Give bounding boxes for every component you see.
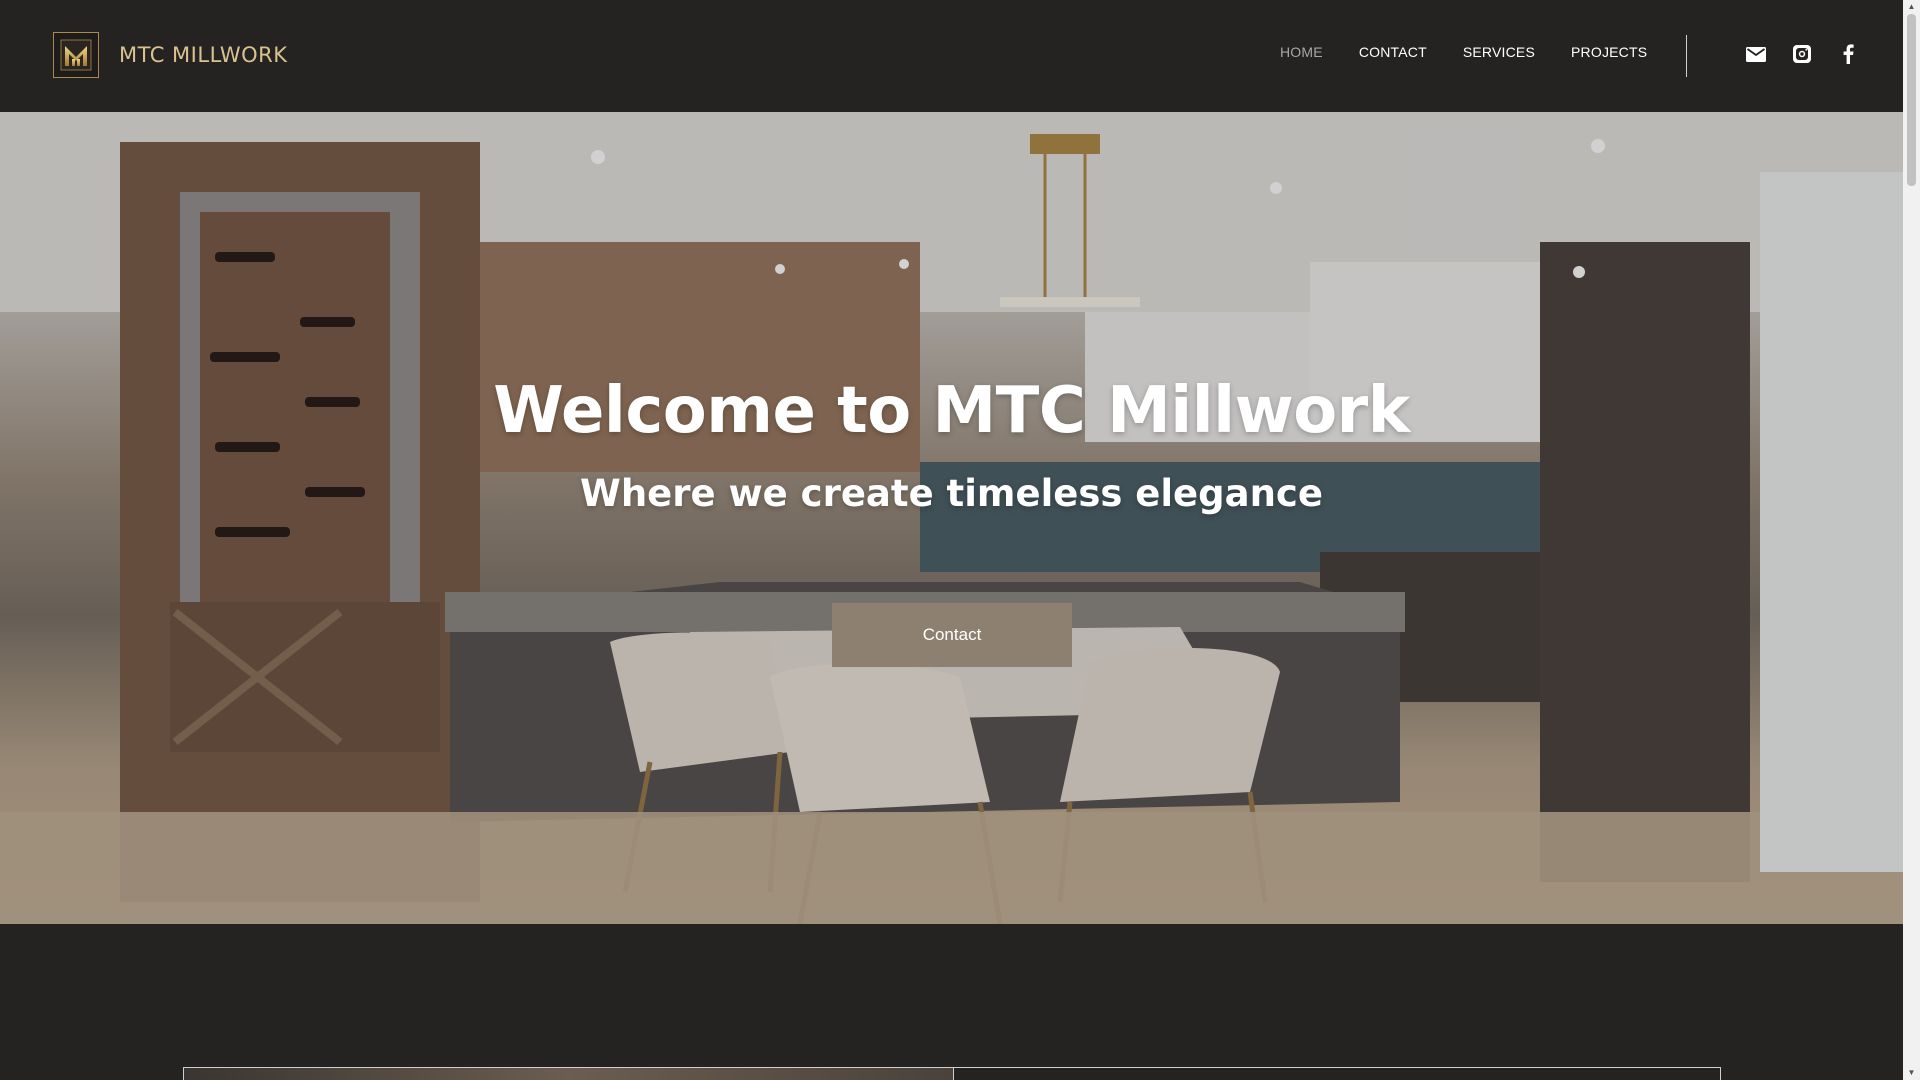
brand-logo[interactable]: MTC MILLWORK <box>53 32 288 78</box>
project-image-card[interactable] <box>184 1068 953 1080</box>
nav-projects[interactable]: PROJECTS <box>1571 44 1647 60</box>
hero-section: Welcome to MTC Millwork Where we create … <box>0 112 1903 924</box>
header-divider <box>1686 35 1687 77</box>
page-scrollbar[interactable]: ▲ ▼ <box>1903 0 1920 1080</box>
instagram-icon[interactable] <box>1791 43 1813 65</box>
nav-home[interactable]: HOME <box>1280 44 1323 60</box>
scroll-down-arrow-icon[interactable]: ▼ <box>1907 1068 1916 1078</box>
content-section <box>0 924 1903 1080</box>
scroll-up-arrow-icon[interactable]: ▲ <box>1907 2 1916 12</box>
social-bar <box>1745 43 1859 65</box>
nav-services[interactable]: SERVICES <box>1463 44 1535 60</box>
hero-title: Welcome to MTC Millwork <box>493 374 1410 448</box>
logo-icon <box>53 32 99 78</box>
main-nav: HOME CONTACT SERVICES PROJECTS <box>1280 44 1683 60</box>
contact-button[interactable]: Contact <box>832 603 1072 667</box>
nav-contact[interactable]: CONTACT <box>1359 44 1427 60</box>
scroll-thumb[interactable] <box>1907 14 1916 186</box>
site-header: MTC MILLWORK HOME CONTACT SERVICES PROJE… <box>0 0 1903 112</box>
hero-overlay <box>0 112 1903 924</box>
project-cards <box>183 1067 1721 1080</box>
hero-subtitle: Where we create timeless elegance <box>580 472 1323 515</box>
project-text-card <box>953 1068 1722 1080</box>
mail-icon[interactable] <box>1745 43 1767 65</box>
facebook-icon[interactable] <box>1837 43 1859 65</box>
brand-name: MTC MILLWORK <box>119 43 288 67</box>
